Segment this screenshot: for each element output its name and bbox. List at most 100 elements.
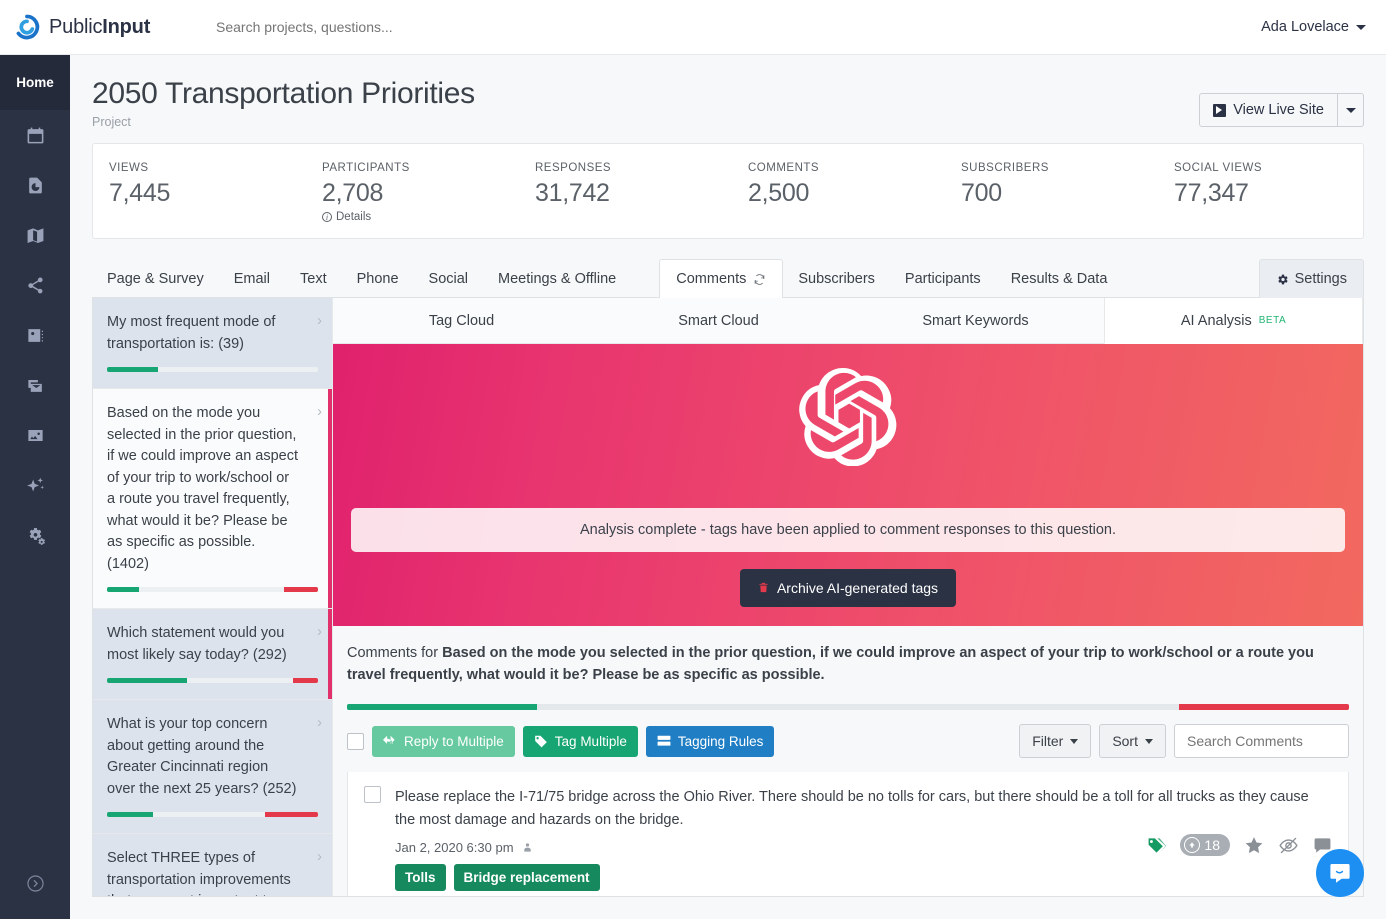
view-live-site-button[interactable]: View Live Site xyxy=(1199,93,1338,127)
reply-to-multiple-label: Reply to Multiple xyxy=(404,734,504,749)
subtab-tag-cloud[interactable]: Tag Cloud xyxy=(333,298,590,343)
sidebar-item-mail[interactable] xyxy=(0,360,70,410)
tab-page-survey[interactable]: Page & Survey xyxy=(92,260,219,297)
tagging-rules-label: Tagging Rules xyxy=(678,734,764,749)
tab-label: Participants xyxy=(905,271,981,287)
chevron-right-icon: › xyxy=(317,848,322,865)
tab-label: Phone xyxy=(357,271,399,287)
upvote-pill[interactable]: 18 xyxy=(1180,834,1230,856)
sidebar-item-ai[interactable] xyxy=(0,460,70,510)
stat-value: 7,445 xyxy=(109,179,306,208)
progress-green xyxy=(107,587,139,592)
sidebar-item-home[interactable]: Home xyxy=(0,55,70,110)
sort-label: Sort xyxy=(1112,733,1138,749)
reply-to-multiple-button[interactable]: Reply to Multiple xyxy=(372,726,515,757)
publicinput-logo-icon xyxy=(14,14,40,40)
comments-for-prefix: Comments for xyxy=(347,645,442,661)
subtab-ai-analysis[interactable]: AI AnalysisBETA xyxy=(1104,298,1363,344)
question-list-item[interactable]: My most frequent mode of transportation … xyxy=(93,298,332,389)
comment-text: Please replace the I-71/75 bridge across… xyxy=(395,786,1332,832)
progress-gap xyxy=(537,704,1178,710)
comments-toolbar-right: Filter Sort xyxy=(1019,724,1349,758)
sidebar-item-calendar[interactable] xyxy=(0,110,70,160)
sidebar-item-media[interactable] xyxy=(0,410,70,460)
sidebar-expand-button[interactable] xyxy=(0,874,70,893)
tab-subscribers[interactable]: Subscribers xyxy=(783,260,890,297)
chevron-right-icon: › xyxy=(317,623,322,640)
sidebar-item-contacts[interactable] xyxy=(0,310,70,360)
chevron-down-icon xyxy=(1070,739,1078,744)
question-list-item[interactable]: What is your top concern about getting a… xyxy=(93,700,332,834)
map-icon xyxy=(26,226,45,245)
tab-comments[interactable]: Comments xyxy=(659,259,783,298)
star-icon[interactable] xyxy=(1244,835,1264,855)
tab-meetings-offline[interactable]: Meetings & Offline xyxy=(483,260,631,297)
stat-value: 77,347 xyxy=(1174,179,1371,208)
stat-details-link[interactable]: iDetails xyxy=(322,211,519,223)
search-comments-input[interactable] xyxy=(1174,724,1349,758)
tab-phone[interactable]: Phone xyxy=(342,260,414,297)
chevron-down-icon xyxy=(1346,108,1356,113)
tab-settings[interactable]: Settings xyxy=(1259,259,1364,298)
progress-green xyxy=(347,704,537,710)
question-list-item[interactable]: Based on the mode you selected in the pr… xyxy=(93,389,332,609)
stat-value: 2,500 xyxy=(748,179,945,208)
sidebar-item-reports[interactable] xyxy=(0,160,70,210)
chat-bubble-icon xyxy=(1328,861,1352,885)
refresh-icon[interactable] xyxy=(753,273,766,286)
chevron-right-icon: › xyxy=(317,312,322,329)
question-progress-bar xyxy=(107,812,318,817)
question-progress-bar xyxy=(107,587,318,592)
openai-knot-icon xyxy=(799,368,897,466)
brand-logo[interactable]: PublicInput xyxy=(14,14,184,40)
stat-label: VIEWS xyxy=(109,162,306,174)
archive-ai-tags-button[interactable]: Archive AI-generated tags xyxy=(740,569,956,607)
global-search-input[interactable] xyxy=(216,19,636,35)
settings-tab-label: Settings xyxy=(1295,271,1347,287)
ai-analysis-hero: Analysis complete - tags have been appli… xyxy=(333,344,1363,626)
tab-text[interactable]: Text xyxy=(285,260,342,297)
sidebar-item-map[interactable] xyxy=(0,210,70,260)
question-list-item[interactable]: Which statement would you most likely sa… xyxy=(93,609,332,700)
subtab-label: AI Analysis xyxy=(1181,313,1252,329)
progress-red xyxy=(1179,704,1349,710)
comments-for-question: Based on the mode you selected in the pr… xyxy=(347,645,1314,683)
chevron-down-icon xyxy=(1356,25,1366,30)
view-live-site-group: View Live Site xyxy=(1199,93,1364,127)
tag-icon[interactable] xyxy=(1147,836,1166,855)
subtab-label: Tag Cloud xyxy=(429,313,494,329)
comment-tag-chip[interactable]: Bridge replacement xyxy=(454,864,600,891)
stat-value: 700 xyxy=(961,179,1158,208)
tagging-rules-button[interactable]: Tagging Rules xyxy=(646,726,775,757)
tag-multiple-button[interactable]: Tag Multiple xyxy=(523,726,638,757)
comment-tag-chip[interactable]: Tolls xyxy=(395,864,446,891)
view-live-site-dropdown-toggle[interactable] xyxy=(1338,93,1364,127)
stat-value: 2,708 xyxy=(322,179,519,208)
gears-settings-icon xyxy=(26,526,45,545)
comments-toolbar: Reply to Multiple Tag Multiple Tagging R… xyxy=(347,724,1349,758)
subtab-smart-cloud[interactable]: Smart Cloud xyxy=(590,298,847,343)
calendar-icon xyxy=(26,126,45,145)
question-list-item[interactable]: Select THREE types of transportation imp… xyxy=(93,834,332,896)
eye-slash-icon[interactable] xyxy=(1278,835,1299,856)
comments-for-heading: Comments for Based on the mode you selec… xyxy=(347,642,1349,686)
comment-select-checkbox[interactable] xyxy=(364,786,381,803)
tab-label: Social xyxy=(429,271,469,287)
tab-email[interactable]: Email xyxy=(219,260,285,297)
select-all-checkbox[interactable] xyxy=(347,733,364,750)
intercom-chat-button[interactable] xyxy=(1316,849,1364,897)
filter-button[interactable]: Filter xyxy=(1019,724,1091,758)
tab-participants[interactable]: Participants xyxy=(890,260,996,297)
sort-button[interactable]: Sort xyxy=(1099,724,1166,758)
subtab-smart-keywords[interactable]: Smart Keywords xyxy=(847,298,1104,343)
tab-label: Subscribers xyxy=(798,271,875,287)
sidebar-item-share[interactable] xyxy=(0,260,70,310)
sidebar-item-settings[interactable] xyxy=(0,510,70,560)
chevron-right-icon: › xyxy=(317,403,322,420)
stat-subscribers: SUBSCRIBERS700 xyxy=(945,162,1158,238)
user-menu[interactable]: Ada Lovelace xyxy=(1261,19,1366,35)
comments-region: Comments for Based on the mode you selec… xyxy=(333,626,1363,896)
tab-results-data[interactable]: Results & Data xyxy=(996,260,1123,297)
tab-social[interactable]: Social xyxy=(414,260,484,297)
progress-gap xyxy=(158,367,318,372)
